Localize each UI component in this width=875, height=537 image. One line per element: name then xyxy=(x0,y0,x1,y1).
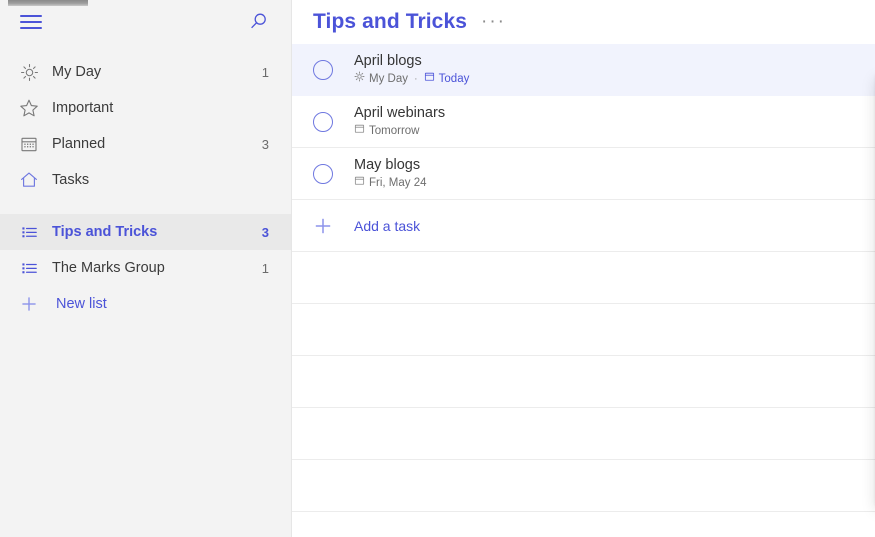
sidebar-item-count: 3 xyxy=(261,136,269,152)
task-list: April blogs My Day · Today April webinar… xyxy=(292,44,875,512)
empty-task-row xyxy=(292,408,875,460)
meta-separator: · xyxy=(413,72,418,85)
sidebar-item-tasks[interactable]: Tasks xyxy=(0,162,291,198)
task-meta-my-day: My Day xyxy=(354,71,408,86)
sidebar-item-label: The Marks Group xyxy=(52,260,165,276)
search-icon[interactable] xyxy=(247,11,269,33)
sidebar-item-my-day[interactable]: My Day 1 xyxy=(0,54,291,90)
sidebar-item-label: Tips and Tricks xyxy=(52,224,158,240)
empty-task-row xyxy=(292,252,875,304)
empty-task-row xyxy=(292,460,875,512)
task-meta-due-date: Tomorrow xyxy=(354,123,419,138)
new-list-label: New list xyxy=(56,296,107,312)
plus-icon xyxy=(313,216,333,236)
window-chrome-sliver xyxy=(8,0,88,6)
sidebar-item-count: 1 xyxy=(261,64,269,80)
task-complete-circle-icon[interactable] xyxy=(313,111,333,132)
task-body: April webinars Tomorrow xyxy=(354,105,445,138)
calendar-icon xyxy=(16,133,42,155)
task-meta-label: Today xyxy=(438,72,470,85)
task-row[interactable]: April blogs My Day · Today xyxy=(292,44,875,96)
sidebar-item-count: 1 xyxy=(261,260,269,276)
task-title: May blogs xyxy=(354,157,421,173)
list-options-icon[interactable]: ··· xyxy=(481,12,506,31)
task-title: April webinars xyxy=(354,105,446,121)
list-header: Tips and Tricks ··· xyxy=(292,0,875,44)
list-icon xyxy=(16,257,42,279)
task-meta-due-date: Fri, May 24 xyxy=(354,175,427,190)
plus-icon xyxy=(16,293,42,315)
add-task-button[interactable]: Add a task xyxy=(292,200,875,252)
sidebar-item-count: 3 xyxy=(261,224,269,240)
add-task-label: Add a task xyxy=(354,217,421,234)
sidebar-item-planned[interactable]: Planned 3 xyxy=(0,126,291,162)
task-meta-label: Fri, May 24 xyxy=(369,176,427,189)
empty-task-row xyxy=(292,356,875,408)
sidebar-toolbar xyxy=(0,0,291,44)
task-body: May blogs Fri, May 24 xyxy=(354,157,427,190)
list-icon xyxy=(16,221,42,243)
hamburger-icon[interactable] xyxy=(20,14,42,30)
main-content: Tips and Tricks ··· April blogs My Day ·… xyxy=(292,0,875,537)
calendar-icon xyxy=(424,71,435,86)
task-meta: Fri, May 24 xyxy=(354,175,427,190)
sidebar-item-important[interactable]: Important xyxy=(0,90,291,126)
page-title: Tips and Tricks xyxy=(313,10,468,33)
task-row[interactable]: April webinars Tomorrow xyxy=(292,96,875,148)
sidebar-item-label: Planned xyxy=(52,136,106,152)
empty-task-row xyxy=(292,304,875,356)
sidebar-nav: My Day 1 Important Planned 3 Tasks Tips … xyxy=(0,54,291,322)
sidebar-item-label: Tasks xyxy=(52,172,90,188)
task-meta-label: My Day xyxy=(369,72,408,85)
app-root: My Day 1 Important Planned 3 Tasks Tips … xyxy=(0,0,875,537)
sidebar: My Day 1 Important Planned 3 Tasks Tips … xyxy=(0,0,292,537)
task-complete-circle-icon[interactable] xyxy=(313,163,333,184)
sun-icon xyxy=(354,71,365,86)
sidebar-item-label: My Day xyxy=(52,64,102,80)
task-meta: My Day · Today xyxy=(354,71,469,86)
sidebar-item-the-marks-group[interactable]: The Marks Group 1 xyxy=(0,250,291,286)
home-icon xyxy=(16,169,42,191)
calendar-icon xyxy=(354,123,365,138)
calendar-icon xyxy=(354,175,365,190)
sidebar-divider xyxy=(0,198,291,214)
task-body: April blogs My Day · Today xyxy=(354,53,469,86)
sidebar-item-tips-and-tricks[interactable]: Tips and Tricks 3 xyxy=(0,214,291,250)
task-meta-due-date: Today xyxy=(424,71,470,86)
star-icon xyxy=(16,97,42,119)
task-title: April blogs xyxy=(354,53,422,69)
sidebar-new-list-button[interactable]: New list xyxy=(0,286,291,322)
sun-icon xyxy=(16,61,42,83)
task-meta-label: Tomorrow xyxy=(369,124,420,137)
task-meta: Tomorrow xyxy=(354,123,445,138)
task-complete-circle-icon[interactable] xyxy=(313,59,333,80)
sidebar-item-label: Important xyxy=(52,100,114,116)
task-row[interactable]: May blogs Fri, May 24 xyxy=(292,148,875,200)
